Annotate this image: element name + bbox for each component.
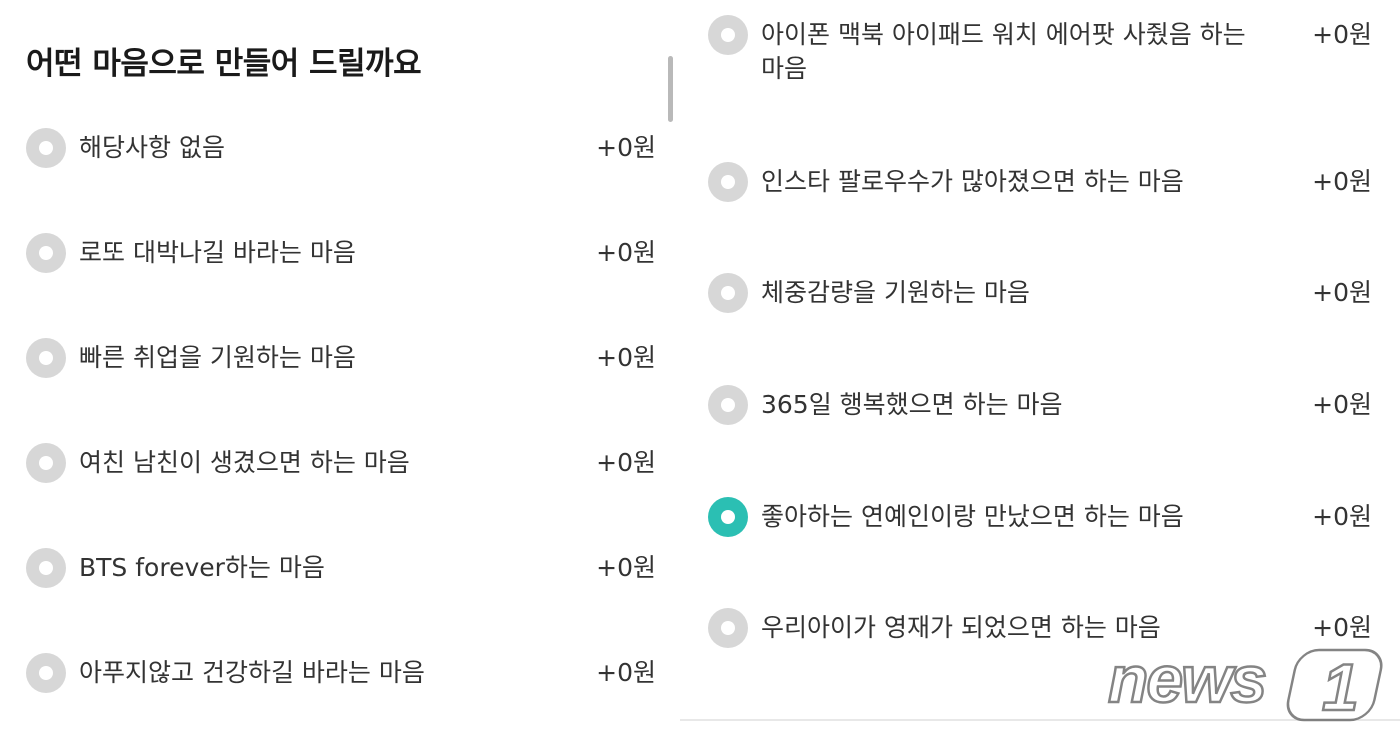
left-panel: 어떤 마음으로 만들어 드릴까요 해당사항 없음 +0원 로또 대박나길 바라는… bbox=[0, 0, 678, 734]
option-price: +0원 bbox=[1312, 167, 1372, 196]
radio-button[interactable] bbox=[26, 128, 66, 168]
radio-button[interactable] bbox=[26, 653, 66, 693]
radio-button[interactable] bbox=[26, 443, 66, 483]
option-price: +0원 bbox=[1312, 502, 1372, 531]
option-price: +0원 bbox=[1312, 390, 1372, 419]
option-label: 로또 대박나길 바라는 마음 bbox=[79, 238, 356, 267]
option-label: 여친 남친이 생겼으면 하는 마음 bbox=[79, 448, 410, 477]
radio-button[interactable] bbox=[26, 338, 66, 378]
option-row-selected[interactable]: 좋아하는 연예인이랑 만났으면 하는 마음 +0원 bbox=[708, 487, 1372, 547]
option-price: +0원 bbox=[596, 238, 656, 267]
option-row[interactable]: 로또 대박나길 바라는 마음 +0원 bbox=[26, 223, 656, 283]
svg-text:news: news bbox=[1108, 642, 1265, 716]
option-price: +0원 bbox=[1312, 278, 1372, 307]
option-row[interactable]: 인스타 팔로우수가 많아졌으면 하는 마음 +0원 bbox=[708, 152, 1372, 212]
radio-button[interactable] bbox=[708, 15, 748, 55]
option-row[interactable]: 체중감량을 기원하는 마음 +0원 bbox=[708, 263, 1372, 323]
option-label: 아이폰 맥북 아이패드 워치 에어팟 사줬음 하는 마음 bbox=[761, 20, 1246, 83]
radio-button[interactable] bbox=[708, 162, 748, 202]
option-label: 우리아이가 영재가 되었으면 하는 마음 bbox=[761, 613, 1161, 642]
option-price: +0원 bbox=[596, 343, 656, 372]
option-label: 좋아하는 연예인이랑 만났으면 하는 마음 bbox=[761, 502, 1184, 531]
option-price: +0원 bbox=[596, 553, 656, 582]
radio-button[interactable] bbox=[26, 548, 66, 588]
option-label: 해당사항 없음 bbox=[79, 133, 225, 162]
option-row[interactable]: 빠른 취업을 기원하는 마음 +0원 bbox=[26, 328, 656, 388]
right-panel: 아이폰 맥북 아이패드 워치 에어팟 사줬음 하는 마음 +0원 인스타 팔로우… bbox=[680, 0, 1400, 734]
option-label: 체중감량을 기원하는 마음 bbox=[761, 278, 1030, 307]
option-price: +0원 bbox=[596, 133, 656, 162]
option-label: 아푸지않고 건강하길 바라는 마음 bbox=[79, 658, 425, 687]
option-selection-screen: 어떤 마음으로 만들어 드릴까요 해당사항 없음 +0원 로또 대박나길 바라는… bbox=[0, 0, 1400, 734]
scrollbar-thumb[interactable] bbox=[668, 56, 673, 122]
option-price: +0원 bbox=[596, 448, 656, 477]
option-row[interactable]: 여친 남친이 생겼으면 하는 마음 +0원 bbox=[26, 433, 656, 493]
news1-watermark-logo: news news 1 bbox=[1105, 639, 1383, 725]
radio-button[interactable] bbox=[708, 385, 748, 425]
option-row[interactable]: 해당사항 없음 +0원 bbox=[26, 118, 656, 178]
option-row[interactable]: 아푸지않고 건강하길 바라는 마음 +0원 bbox=[26, 643, 656, 703]
radio-button[interactable] bbox=[26, 233, 66, 273]
option-price: +0원 bbox=[1312, 20, 1372, 49]
svg-text:1: 1 bbox=[1322, 650, 1359, 724]
radio-button[interactable] bbox=[708, 273, 748, 313]
page-title: 어떤 마음으로 만들어 드릴까요 bbox=[26, 46, 422, 82]
radio-button-selected[interactable] bbox=[708, 497, 748, 537]
option-label: 빠른 취업을 기원하는 마음 bbox=[79, 343, 356, 372]
option-label: 인스타 팔로우수가 많아졌으면 하는 마음 bbox=[761, 167, 1184, 196]
option-row[interactable]: 365일 행복했으면 하는 마음 +0원 bbox=[708, 375, 1372, 435]
option-label: 365일 행복했으면 하는 마음 bbox=[761, 390, 1063, 419]
option-label: BTS forever하는 마음 bbox=[79, 553, 325, 582]
option-row[interactable]: 아이폰 맥북 아이패드 워치 에어팟 사줬음 하는 마음 +0원 bbox=[708, 0, 1372, 90]
radio-button[interactable] bbox=[708, 608, 748, 648]
option-price: +0원 bbox=[596, 658, 656, 687]
option-row[interactable]: BTS forever하는 마음 +0원 bbox=[26, 538, 656, 598]
